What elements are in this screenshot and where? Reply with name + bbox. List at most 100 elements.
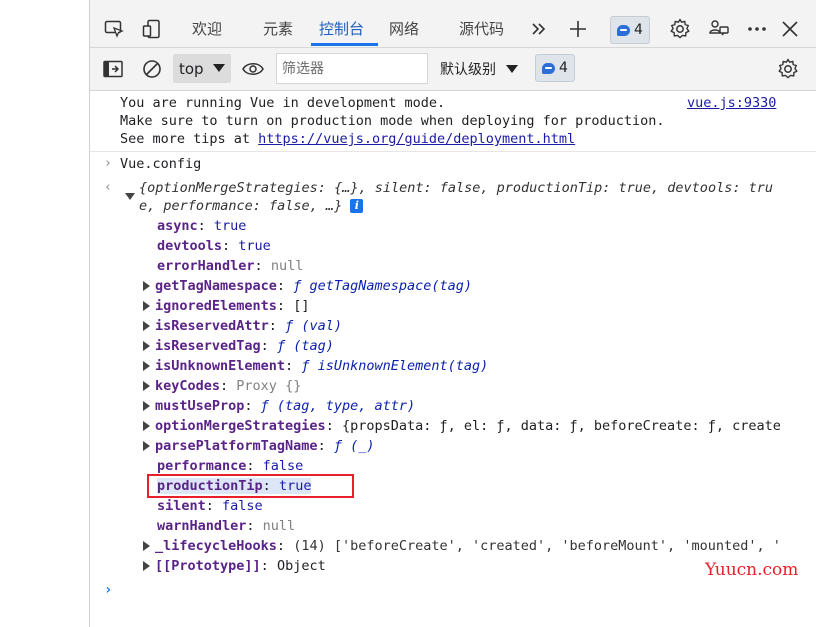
- people-icon[interactable]: [707, 17, 731, 41]
- toolbar-issues-badge[interactable]: 4: [535, 54, 575, 82]
- expand-triangle-icon[interactable]: [143, 441, 150, 451]
- property-row: warnHandler: null: [157, 518, 296, 534]
- devtools-panel: 欢迎 元素 控制台 网络 源代码 4 top 筛选器 默认级别 4 You ar…: [90, 0, 816, 627]
- property-row[interactable]: isReservedAttr: ƒ (val): [155, 316, 342, 336]
- property-value: Object: [276, 558, 326, 574]
- console-settings-gear-icon[interactable]: [776, 57, 800, 81]
- result-summary[interactable]: e, performance: false, …} i: [139, 197, 364, 215]
- console-input-prompt[interactable]: ›: [104, 581, 112, 599]
- property-row[interactable]: optionMergeStrategies: {propsData: ƒ, el…: [155, 416, 781, 436]
- tab-elements[interactable]: 元素: [263, 18, 293, 46]
- toolbar-issues-count: 4: [559, 60, 568, 76]
- filter-input[interactable]: [276, 53, 428, 84]
- property-row[interactable]: isReservedTag: ƒ (tag): [155, 336, 334, 356]
- property-key: isReservedAttr: [155, 318, 269, 334]
- property-value: false: [262, 458, 304, 474]
- console-output: You are running Vue in development mode.…: [90, 91, 816, 627]
- property-value: true: [213, 218, 247, 234]
- close-icon[interactable]: [778, 17, 802, 41]
- clear-console-icon[interactable]: [140, 57, 164, 81]
- device-emulation-icon[interactable]: [140, 17, 164, 41]
- property-row[interactable]: ignoredElements: []: [155, 296, 309, 316]
- ellipsis-icon[interactable]: [745, 17, 769, 41]
- expand-triangle-icon[interactable]: [143, 401, 150, 411]
- property-row[interactable]: isUnknownElement: ƒ isUnknownElement(tag…: [155, 356, 488, 376]
- property-key: parsePlatformTagName: [155, 438, 318, 454]
- property-value: ƒ (val): [285, 318, 342, 334]
- console-toolbar: top 默认级别 4: [90, 48, 816, 91]
- property-key: devtools: [157, 238, 223, 254]
- property-value: true: [238, 238, 271, 254]
- property-key: _lifecycleHooks: [155, 538, 277, 554]
- property-value: {propsData: ƒ, el: ƒ, data: ƒ, beforeCre…: [341, 418, 781, 434]
- property-row[interactable]: _lifecycleHooks: (14) ['beforeCreate', '…: [155, 536, 781, 556]
- property-key: keyCodes: [155, 378, 221, 394]
- page-left-margin: [0, 0, 90, 627]
- property-value: null: [262, 518, 296, 534]
- expand-triangle-icon[interactable]: [143, 281, 150, 291]
- active-tab-indicator: [311, 43, 378, 46]
- context-selector[interactable]: top: [173, 54, 231, 83]
- log-line: See more tips at https://vuejs.org/guide…: [120, 130, 575, 148]
- property-key: optionMergeStrategies: [155, 418, 326, 434]
- plus-icon[interactable]: [566, 17, 590, 41]
- log-level-selector[interactable]: 默认级别: [440, 54, 518, 83]
- property-row: performance: false: [157, 458, 304, 474]
- gear-icon[interactable]: [668, 17, 692, 41]
- result-summary[interactable]: {optionMergeStrategies: {…}, silent: fal…: [139, 179, 773, 197]
- expand-triangle-icon[interactable]: [143, 321, 150, 331]
- property-key: isUnknownElement: [155, 358, 286, 374]
- property-row: errorHandler: null: [157, 258, 304, 274]
- issues-count: 4: [634, 22, 643, 38]
- tab-network[interactable]: 网络: [389, 18, 419, 46]
- tab-sources[interactable]: 源代码: [459, 18, 504, 46]
- message-bubble-icon: [617, 24, 630, 36]
- input-expression: Vue.config: [120, 156, 202, 172]
- property-value: ƒ getTagNamespace(tag): [293, 278, 472, 294]
- property-value: []: [293, 298, 310, 314]
- property-row: silent: false: [157, 498, 263, 514]
- property-key: ignoredElements: [155, 298, 277, 314]
- property-key: mustUseProp: [155, 398, 245, 414]
- expand-triangle-icon[interactable]: [143, 361, 150, 371]
- collapse-triangle-icon[interactable]: [125, 193, 135, 200]
- eye-icon[interactable]: [241, 57, 265, 81]
- tab-welcome[interactable]: 欢迎: [192, 18, 222, 46]
- property-value: ƒ (_): [333, 438, 375, 454]
- property-row[interactable]: keyCodes: Proxy {}: [155, 376, 301, 396]
- property-row[interactable]: mustUseProp: ƒ (tag, type, attr): [155, 396, 415, 416]
- property-value: false: [222, 498, 263, 514]
- property-row[interactable]: getTagNamespace: ƒ getTagNamespace(tag): [155, 276, 472, 296]
- expand-triangle-icon[interactable]: [143, 561, 150, 571]
- issues-badge[interactable]: 4: [610, 16, 650, 44]
- highlight-annotation-box: [147, 474, 354, 498]
- property-key: silent: [157, 498, 206, 514]
- tab-console[interactable]: 控制台: [319, 18, 364, 46]
- console-log-message: You are running Vue in development mode.…: [90, 91, 816, 152]
- info-icon[interactable]: i: [350, 199, 364, 213]
- expand-triangle-icon[interactable]: [143, 341, 150, 351]
- property-row: async: true: [157, 218, 247, 234]
- expand-triangle-icon[interactable]: [143, 541, 150, 551]
- property-value: null: [270, 258, 304, 274]
- property-value: ƒ isUnknownElement(tag): [301, 358, 489, 374]
- log-line: Make sure to turn on production mode whe…: [120, 113, 665, 129]
- chevron-down-icon: [506, 64, 518, 73]
- property-key: performance: [157, 458, 247, 474]
- source-link[interactable]: vue.js:9330: [687, 94, 776, 112]
- property-key: async: [157, 218, 198, 234]
- expand-triangle-icon[interactable]: [143, 301, 150, 311]
- property-value: ƒ (tag, type, attr): [260, 398, 416, 414]
- log-line: You are running Vue in development mode.: [120, 95, 446, 111]
- log-text: See more tips at: [120, 131, 259, 147]
- property-row[interactable]: parsePlatformTagName: ƒ (_): [155, 436, 374, 456]
- deployment-guide-link[interactable]: https://vuejs.org/guide/deployment.html: [258, 131, 575, 147]
- chevron-down-icon: [213, 64, 225, 72]
- inspect-element-icon[interactable]: [102, 17, 126, 41]
- property-row[interactable]: [[Prototype]]: Object: [155, 556, 326, 576]
- chevron-double-right-icon[interactable]: [527, 17, 551, 41]
- expand-triangle-icon[interactable]: [143, 381, 150, 391]
- sidebar-toggle-icon[interactable]: [101, 57, 125, 81]
- expand-triangle-icon[interactable]: [143, 421, 150, 431]
- result-arrow-icon: ‹: [104, 180, 112, 195]
